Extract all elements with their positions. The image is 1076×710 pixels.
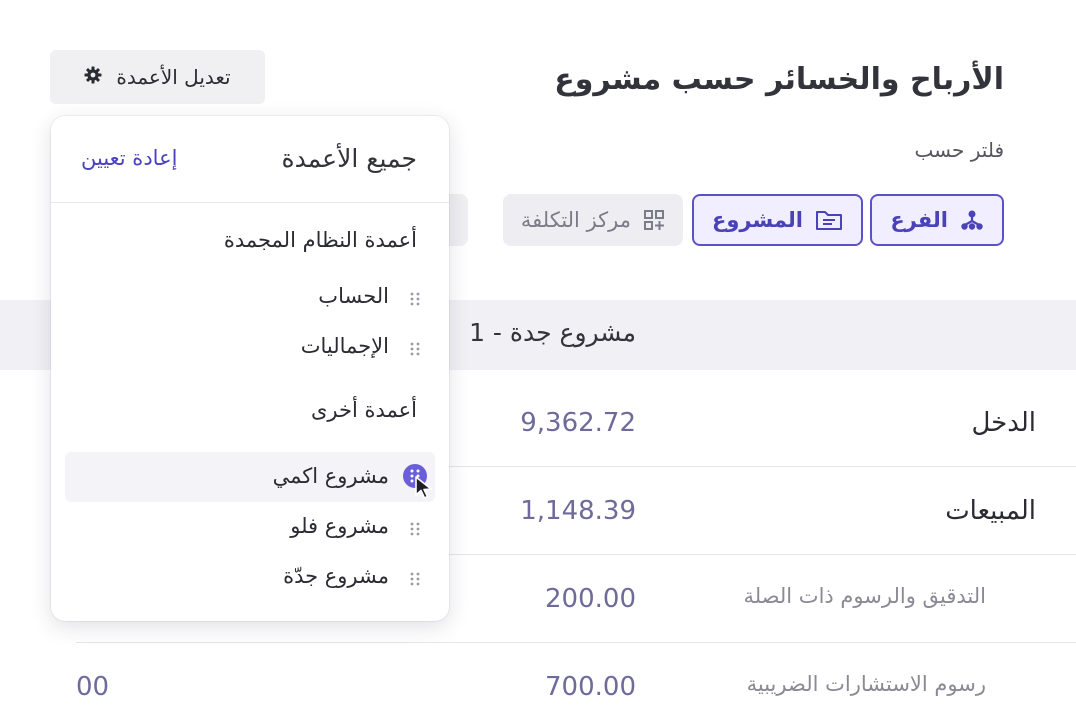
mouse-cursor-icon [415, 476, 432, 499]
edit-columns-label: تعديل الأعمدة [116, 65, 231, 89]
row-value-sales: 1,148.39 [520, 496, 636, 526]
row-value-income: 9,362.72 [520, 408, 636, 438]
page-title: الأرباح والخسائر حسب مشروع [554, 62, 1004, 97]
drag-handle-icon [410, 342, 420, 356]
gear-icon [84, 65, 102, 89]
row-label-audit: التدقيق والرسوم ذات الصلة [743, 584, 986, 608]
row-value-tax: 700.00 [545, 672, 636, 702]
grid-plus-icon [643, 209, 665, 231]
filter-chip-project[interactable]: المشروع [692, 194, 863, 246]
columns-panel: جميع الأعمدة إعادة تعيين أعمدة النظام ال… [51, 116, 449, 621]
filter-label: فلتر حسب [914, 138, 1004, 162]
column-item-flow[interactable]: مشروع فلو [290, 514, 389, 538]
filter-chip-label: مركز التكلفة [520, 208, 631, 232]
row-value-audit: 200.00 [545, 584, 636, 614]
filter-chip-label: المشروع [712, 208, 803, 232]
row-divider [76, 642, 1076, 643]
reset-link[interactable]: إعادة تعيين [81, 146, 177, 170]
row-label-tax: رسوم الاستشارات الضريبية [746, 672, 986, 696]
column-item-jeddah[interactable]: مشروع جدّة [283, 564, 389, 588]
column-item-account: الحساب [318, 284, 389, 308]
panel-title: جميع الأعمدة [281, 144, 418, 173]
drag-handle-icon [410, 292, 420, 306]
row-extra-tax: 00 [76, 672, 110, 702]
row-label-income: الدخل [971, 408, 1036, 438]
filter-chip-label: الفرع [890, 208, 948, 232]
row-label-sales: المبيعات [945, 496, 1036, 526]
drag-handle-icon[interactable] [409, 572, 421, 586]
folder-icon [815, 209, 843, 231]
column-item-acme[interactable]: مشروع اكمي [273, 464, 389, 488]
column-item-totals: الإجماليات [300, 334, 389, 358]
edit-columns-button[interactable]: تعديل الأعمدة [50, 50, 265, 104]
project-header-title: مشروع جدة - 1 [469, 318, 636, 347]
filter-chip-cost-center[interactable]: مركز التكلفة [502, 194, 683, 246]
panel-divider [51, 202, 449, 203]
drag-handle-icon[interactable] [409, 522, 421, 536]
frozen-columns-heading: أعمدة النظام المجمدة [223, 228, 417, 252]
filter-chip-branch[interactable]: الفرع [870, 194, 1004, 246]
branch-icon [960, 209, 984, 231]
row-divider [440, 466, 1076, 467]
other-columns-heading: أعمدة أخرى [310, 398, 417, 422]
